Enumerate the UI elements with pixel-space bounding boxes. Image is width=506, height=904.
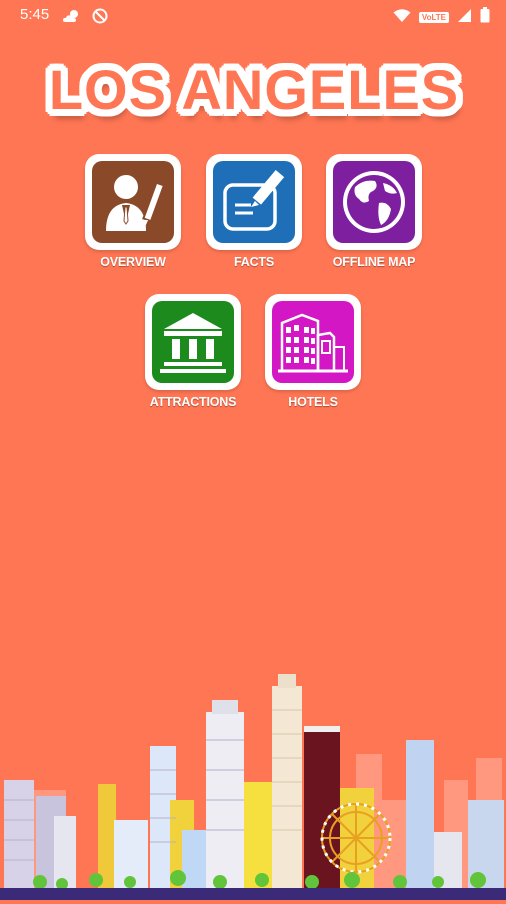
battery-icon (480, 7, 490, 27)
volte-icon: VoLTE (418, 11, 449, 23)
data-saver-icon (92, 8, 108, 28)
menu-item-offline-map[interactable]: OFFLINE MAP (309, 154, 439, 274)
menu-label-offline-map: OFFLINE MAP (332, 255, 416, 269)
menu-label-overview: OVERVIEW (100, 255, 166, 269)
menu-item-facts[interactable]: FACTS (189, 154, 319, 274)
signal-icon (457, 8, 472, 27)
menu-item-hotels[interactable]: HOTELS (248, 294, 378, 414)
cloud-sun-icon (62, 8, 82, 28)
globe-icon (333, 161, 415, 243)
menu-label-hotels: HOTELS (288, 395, 338, 409)
app-title: LOS ANGELES (48, 58, 460, 121)
city-skyline-illustration (0, 670, 506, 900)
menu-label-facts: FACTS (234, 255, 274, 269)
menu-item-overview[interactable]: OVERVIEW (68, 154, 198, 274)
status-time: 5:45 (20, 6, 50, 23)
menu-label-attractions: ATTRACTIONS (149, 395, 237, 409)
hotel-building-icon (272, 301, 354, 383)
status-bar: 5:45 VoLTE (0, 0, 506, 32)
note-edit-icon (213, 161, 295, 243)
app-title-banner: LOS ANGELES (40, 48, 468, 132)
menu-item-attractions[interactable]: ATTRACTIONS (128, 294, 258, 414)
museum-icon (152, 301, 234, 383)
person-pencil-icon (92, 161, 174, 243)
wifi-icon (393, 8, 411, 27)
